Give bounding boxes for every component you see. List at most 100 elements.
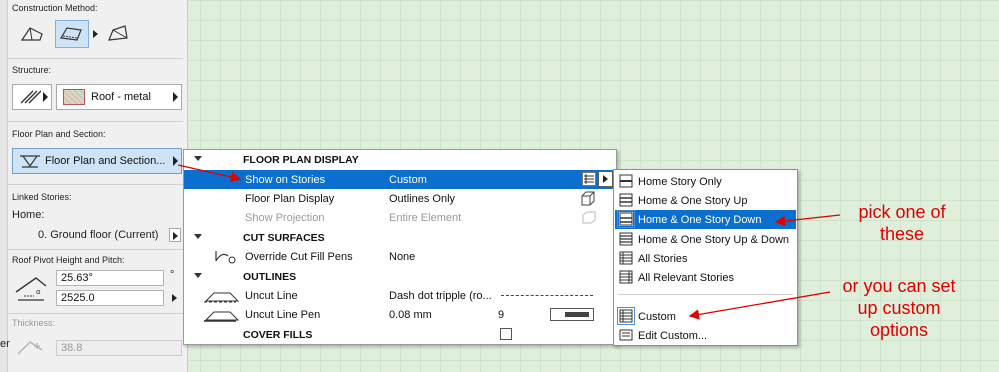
structure-material-combo[interactable]: Roof - metal <box>56 84 182 110</box>
menu-item-custom[interactable]: Custom <box>615 307 796 326</box>
divider <box>8 58 183 59</box>
structure-type-combo[interactable] <box>12 84 52 110</box>
basic-structure-icon <box>20 90 41 104</box>
thickness-icon <box>17 341 43 355</box>
polygonal-roof-icon <box>60 27 82 41</box>
collapse-triangle-icon[interactable] <box>194 273 202 278</box>
structure-value: Roof - metal <box>91 91 151 103</box>
annotation-pick-one: pick one of these <box>842 201 962 245</box>
pitch-input[interactable]: 25.63° <box>56 270 164 286</box>
menu-item-label: All Relevant Stories <box>638 272 734 284</box>
menu-item-home-one-story-down[interactable]: Home & One Story Down <box>615 210 796 229</box>
home-label: Home: <box>12 209 45 221</box>
divider <box>8 249 183 250</box>
outlines-header: OUTLINES <box>243 271 297 283</box>
construction-method-polygonal-button[interactable] <box>55 20 89 48</box>
home-one-up-down-icon <box>619 232 633 246</box>
thickness-input[interactable]: 38.8 <box>56 340 182 356</box>
floor-plan-settings-dropdown: FLOOR PLAN DISPLAY Show on Stories Custo… <box>183 149 617 345</box>
construction-method-freeform-button[interactable] <box>101 20 135 48</box>
pen-color-swatch[interactable] <box>550 308 594 321</box>
floor-plan-section-label: Floor Plan and Section: <box>12 129 106 139</box>
submenu-arrow-button[interactable] <box>598 171 613 187</box>
pivot-height-arrow[interactable] <box>169 291 181 305</box>
uncut-line-value: Dash dot tripple (ro... <box>389 290 492 302</box>
floor-plan-section-button[interactable]: Floor Plan and Section... <box>12 148 182 174</box>
show-projection-row: Show Projection Entire Element <box>184 208 616 227</box>
pen-number: 9 <box>498 309 505 321</box>
menu-item-label: Custom <box>638 311 676 323</box>
roof-pitch-icon: α <box>15 277 47 301</box>
home-one-down-icon <box>617 210 635 228</box>
collapse-triangle-icon[interactable] <box>194 234 202 239</box>
construction-method-label: Construction Method: <box>12 3 98 13</box>
uncut-line-label: Uncut Line <box>245 290 298 302</box>
menu-item-all-relevant-stories[interactable]: All Relevant Stories <box>615 268 796 287</box>
menu-item-home-one-story-up-down[interactable]: Home & One Story Up & Down <box>615 230 796 249</box>
floor-plan-display-label: Floor Plan Display <box>245 193 335 205</box>
outlines-header-row[interactable]: OUTLINES <box>184 267 616 286</box>
annotation-line: pick one of <box>858 202 946 222</box>
show-on-stories-value: Custom <box>389 174 427 186</box>
all-relevant-stories-icon <box>619 270 633 284</box>
uncut-line-pen-label: Uncut Line Pen <box>245 309 321 321</box>
menu-item-label: Home & One Story Up & Down <box>638 234 790 246</box>
freeform-roof-icon <box>108 25 128 41</box>
cover-fills-header-row[interactable]: COVER FILLS <box>184 325 616 344</box>
menu-item-label: All Stories <box>638 253 688 265</box>
show-projection-label: Show Projection <box>245 212 325 224</box>
uncut-line-icon <box>204 292 240 303</box>
floor-plan-display-header: FLOOR PLAN DISPLAY <box>243 154 359 166</box>
home-story-only-icon <box>619 174 633 188</box>
uncut-line-row[interactable]: Uncut Line Dash dot tripple (ro... <box>184 286 616 305</box>
floor-plan-display-header-row[interactable]: FLOOR PLAN DISPLAY <box>184 150 616 169</box>
svg-text:α: α <box>36 288 41 296</box>
override-cut-fill-pens-value: None <box>389 251 416 263</box>
collapse-triangle-icon[interactable] <box>194 156 202 161</box>
cover-fills-checkbox[interactable] <box>500 328 512 340</box>
cut-surfaces-header-row[interactable]: CUT SURFACES <box>184 228 616 247</box>
menu-item-edit-custom[interactable]: Edit Custom... <box>615 326 796 345</box>
projection-icon <box>582 211 596 224</box>
home-story-value: 0. Ground floor (Current) <box>38 229 159 241</box>
show-on-stories-row[interactable]: Show on Stories Custom <box>184 170 616 189</box>
annotation-line: or you can set <box>842 276 956 296</box>
floor-plan-display-value: Outlines Only <box>389 193 456 205</box>
floor-plan-section-button-label: Floor Plan and Section... <box>45 155 166 167</box>
home-one-up-icon <box>619 193 633 207</box>
annotation-custom-options: or you can set up custom options <box>824 275 974 341</box>
panel-gutter <box>0 0 8 372</box>
stories-icon <box>582 172 596 186</box>
uncut-line-pen-value: 0.08 mm <box>389 309 432 321</box>
annotation-line: options <box>869 320 929 340</box>
floor-plan-display-row[interactable]: Floor Plan Display Outlines Only <box>184 189 616 208</box>
edge-text: er <box>0 338 10 350</box>
single-plane-roof-icon <box>20 27 43 41</box>
pivot-label: Roof Pivot Height and Pitch: <box>12 255 125 265</box>
all-stories-icon <box>619 251 633 265</box>
show-projection-value: Entire Element <box>389 212 462 224</box>
material-swatch <box>63 89 85 105</box>
menu-item-home-one-story-up[interactable]: Home & One Story Up <box>615 191 796 210</box>
menu-item-label: Edit Custom... <box>638 330 708 342</box>
menu-divider <box>618 294 793 295</box>
annotation-line: these <box>879 224 925 244</box>
divider <box>8 121 183 122</box>
override-cut-fill-pens-row[interactable]: Override Cut Fill Pens None <box>184 247 616 266</box>
uncut-line-pen-row[interactable]: Uncut Line Pen 0.08 mm 9 <box>184 305 616 324</box>
home-story-arrow[interactable] <box>169 228 181 242</box>
override-cut-fill-pens-label: Override Cut Fill Pens <box>245 251 353 263</box>
menu-item-home-story-only[interactable]: Home Story Only <box>615 172 796 191</box>
structure-label: Structure: <box>12 65 52 75</box>
show-on-stories-submenu: Home Story Only Home & One Story Up Home… <box>613 169 798 346</box>
annotation-line: up custom <box>857 298 941 318</box>
floor-plan-icon <box>20 155 40 168</box>
uncut-line-pen-icon <box>204 311 240 322</box>
menu-item-label: Home Story Only <box>638 176 722 188</box>
pivot-height-input[interactable]: 2525.0 <box>56 290 164 306</box>
divider <box>8 184 183 185</box>
construction-method-single-plane-button[interactable] <box>16 20 50 48</box>
edit-custom-icon <box>619 329 633 341</box>
menu-item-label: Home & One Story Up <box>638 195 748 207</box>
menu-item-all-stories[interactable]: All Stories <box>615 249 796 268</box>
